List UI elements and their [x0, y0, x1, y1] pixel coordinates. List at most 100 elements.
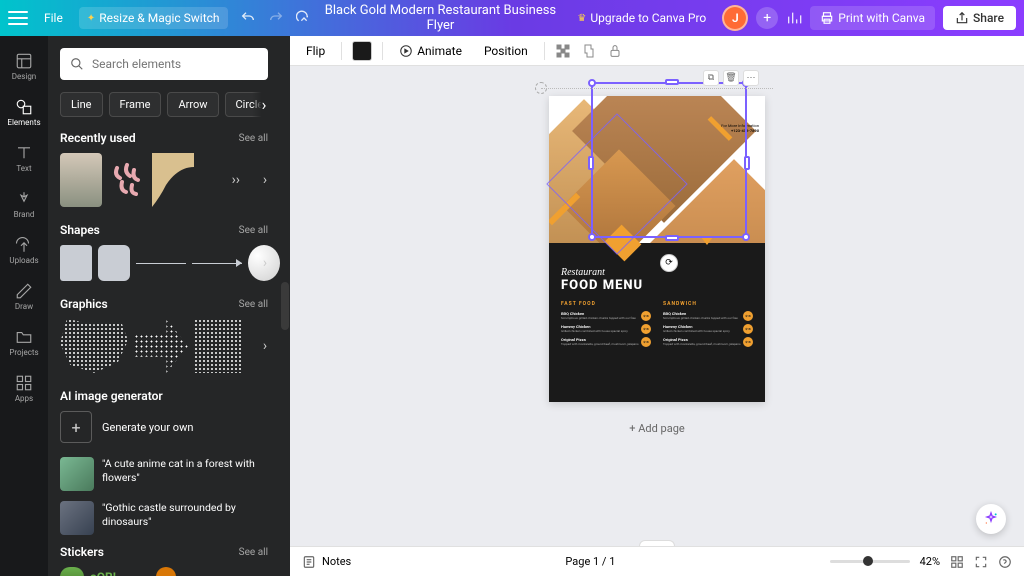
flyer-title: FOOD MENU	[561, 278, 753, 293]
pencil-icon	[15, 282, 33, 300]
ai-suggestion[interactable]: "A cute anime cat in a forest with flowe…	[60, 457, 268, 491]
panel-resize-handle[interactable]	[280, 36, 290, 576]
flip-button[interactable]: Flip	[300, 41, 331, 61]
document-title[interactable]: Black Gold Modern Restaurant Business Fl…	[320, 3, 562, 33]
row-scroll-right[interactable]: ›	[254, 153, 276, 207]
animate-button[interactable]: Animate	[393, 41, 468, 61]
chips-scroll-right[interactable]: ›	[252, 92, 268, 117]
stickers-title: Stickers	[60, 545, 104, 559]
recently-used-title: Recently used	[60, 131, 136, 145]
rail-elements[interactable]: Elements	[0, 90, 48, 134]
stickers-seeall[interactable]: See all	[239, 547, 268, 558]
copy-style-icon[interactable]	[581, 43, 597, 59]
help-icon[interactable]	[998, 555, 1012, 569]
undo-icon[interactable]	[240, 10, 256, 26]
assistant-fab[interactable]	[976, 504, 1006, 534]
brand-icon	[15, 190, 33, 208]
duplicate-icon[interactable]: ⧉	[703, 70, 719, 86]
grid-view-icon[interactable]	[950, 555, 964, 569]
plus-icon: +	[60, 411, 92, 443]
generate-own-button[interactable]: + Generate your own	[60, 411, 268, 443]
page-indicator[interactable]: Page 1 / 1	[565, 555, 615, 568]
print-button[interactable]: Print with Canva	[810, 6, 935, 30]
cloud-sync-icon[interactable]	[296, 10, 312, 26]
sticker-thumb[interactable]	[156, 567, 176, 576]
rail-design[interactable]: Design	[0, 44, 48, 88]
rail-apps[interactable]: Apps	[0, 366, 48, 410]
delete-icon[interactable]: 🗑	[723, 70, 739, 86]
rail-brand[interactable]: Brand	[0, 182, 48, 226]
zoom-slider[interactable]	[830, 560, 910, 563]
notes-icon	[302, 555, 316, 569]
position-button[interactable]: Position	[478, 41, 534, 61]
add-member-button[interactable]: +	[756, 7, 778, 29]
more-icon[interactable]: ⋯	[743, 70, 759, 86]
flyer-script: Restaurant	[561, 267, 753, 278]
share-icon	[955, 11, 969, 25]
animate-icon	[399, 44, 413, 58]
graphics-title: Graphics	[60, 297, 108, 311]
ai-thumb	[60, 501, 94, 535]
shape-arrow[interactable]	[192, 245, 242, 281]
rail-draw[interactable]: Draw	[0, 274, 48, 318]
shape-rounded-square[interactable]	[98, 245, 130, 281]
lock-icon[interactable]	[607, 43, 623, 59]
notes-button[interactable]: Notes	[302, 555, 351, 569]
ai-prompt-text: "A cute anime cat in a forest with flowe…	[102, 457, 268, 491]
rail-text[interactable]: Text	[0, 136, 48, 180]
chip-frame[interactable]: Frame	[109, 92, 162, 117]
share-button[interactable]: Share	[943, 6, 1016, 30]
shapes-icon	[15, 98, 33, 116]
crown-icon: ✦	[87, 13, 95, 24]
menu-col-header: FAST FOOD	[561, 301, 651, 307]
resize-button[interactable]: ✦ Resize & Magic Switch	[79, 7, 228, 29]
flyer-contact: For More Information +123-456-7890	[721, 124, 759, 134]
sticker-thumb[interactable]	[60, 567, 84, 576]
ai-gen-title: AI image generator	[60, 389, 163, 403]
recent-thumb[interactable]	[108, 153, 146, 207]
search-input[interactable]	[92, 57, 258, 71]
page-drawer-handle[interactable]	[639, 540, 675, 546]
rail-projects[interactable]: Projects	[0, 320, 48, 364]
graphic-thumb[interactable]	[134, 319, 188, 373]
redo-icon[interactable]	[268, 10, 284, 26]
chip-arrow[interactable]: Arrow	[167, 92, 218, 117]
chip-line[interactable]: Line	[60, 92, 103, 117]
print-label: Print with Canva	[838, 11, 925, 25]
graphic-thumb[interactable]	[60, 319, 128, 373]
upgrade-button[interactable]: ♛ Upgrade to Canva Pro	[569, 7, 714, 29]
ai-suggestion[interactable]: "Gothic castle surrounded by dinosaurs"	[60, 501, 268, 535]
shape-square[interactable]	[60, 245, 92, 281]
rail-uploads[interactable]: Uploads	[0, 228, 48, 272]
menu-icon[interactable]	[8, 11, 28, 25]
folder-icon	[15, 328, 33, 346]
grid-icon	[15, 374, 33, 392]
row-scroll-right[interactable]: ›	[254, 245, 276, 281]
recently-used-seeall[interactable]: See all	[239, 133, 268, 144]
color-picker[interactable]	[352, 41, 372, 61]
recent-thumb[interactable]	[152, 153, 194, 207]
ai-prompt-text: "Gothic castle surrounded by dinosaurs"	[102, 501, 268, 535]
share-label: Share	[973, 11, 1004, 25]
ai-thumb	[60, 457, 94, 491]
analytics-icon[interactable]	[786, 10, 802, 26]
upgrade-label: Upgrade to Canva Pro	[590, 11, 706, 25]
file-menu[interactable]: File	[36, 7, 71, 29]
graphics-seeall[interactable]: See all	[239, 299, 268, 310]
transparency-icon[interactable]	[555, 43, 571, 59]
menu-col-header: SANDWICH	[663, 301, 753, 307]
sticker-thumb[interactable]: oOR!	[90, 567, 150, 576]
search-input-wrap[interactable]	[60, 48, 268, 80]
recent-thumb[interactable]	[60, 153, 102, 207]
recent-thumb[interactable]: ››	[200, 153, 240, 207]
zoom-value[interactable]: 42%	[920, 555, 940, 568]
canvas-page[interactable]: For More Information +123-456-7890 Resta…	[549, 96, 765, 402]
graphic-thumb[interactable]	[194, 319, 242, 373]
fullscreen-icon[interactable]	[974, 555, 988, 569]
upload-icon	[15, 236, 33, 254]
shapes-seeall[interactable]: See all	[239, 225, 268, 236]
shape-line[interactable]	[136, 245, 186, 281]
row-scroll-right[interactable]: ›	[254, 319, 276, 373]
avatar[interactable]: J	[722, 5, 748, 31]
add-page-button[interactable]: + Add page	[549, 416, 765, 441]
